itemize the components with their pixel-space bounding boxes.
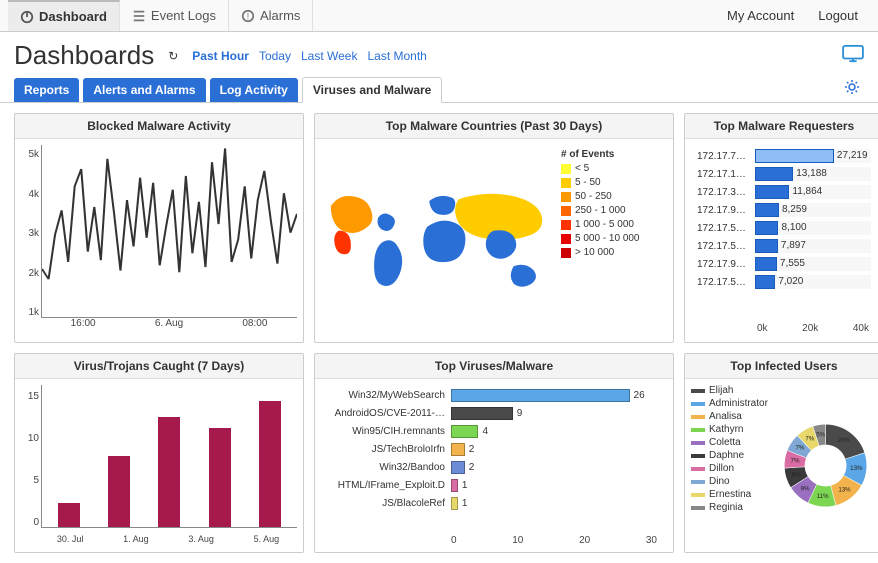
requester-row[interactable]: 172.17.3…11,864 — [697, 185, 871, 199]
page-title: Dashboards — [14, 40, 154, 71]
svg-text:7%: 7% — [805, 436, 814, 443]
card-top-requesters: Top Malware Requesters 172.17.7…27,21917… — [684, 113, 878, 343]
tab-viruses-malware[interactable]: Viruses and Malware — [302, 77, 443, 103]
svg-text:5%: 5% — [816, 432, 825, 439]
topvm-row[interactable]: JS/BlacoleRef1 — [325, 497, 657, 510]
card-title: Top Infected Users — [685, 354, 878, 379]
topvm-row[interactable]: Win32/Bandoo2 — [325, 461, 657, 474]
requester-row[interactable]: 172.17.5…8,100 — [697, 221, 871, 235]
virus7-bar[interactable] — [58, 503, 80, 527]
svg-text:13%: 13% — [838, 487, 851, 494]
svg-text:7%: 7% — [795, 445, 804, 452]
topvm-row[interactable]: Win32/MyWebSearch26 — [325, 389, 657, 402]
top-viruses-bars: Win32/MyWebSearch26 AndroidOS/CVE-2011-…9… — [321, 385, 667, 546]
logout-link[interactable]: Logout — [806, 0, 870, 31]
card-title: Blocked Malware Activity — [15, 114, 303, 139]
infected-legend: ElijahAdministratorAnalisaKathyrnColetta… — [691, 385, 768, 546]
legend-title: # of Events — [561, 149, 663, 160]
list-icon — [132, 9, 146, 23]
time-last-month[interactable]: Last Month — [367, 49, 426, 63]
my-account-link[interactable]: My Account — [715, 0, 806, 31]
nav-dashboard-label: Dashboard — [39, 9, 107, 24]
card-title: Top Malware Requesters — [685, 114, 878, 139]
card-top-viruses: Top Viruses/Malware Win32/MyWebSearch26 A… — [314, 353, 674, 553]
world-map — [321, 145, 557, 336]
requester-row[interactable]: 172.17.9…7,555 — [697, 257, 871, 271]
time-last-week[interactable]: Last Week — [301, 49, 357, 63]
requester-row[interactable]: 172.17.1…13,188 — [697, 167, 871, 181]
topvm-row[interactable]: JS/TechBroloIrfn2 — [325, 443, 657, 456]
time-range-links: Past Hour Today Last Week Last Month — [192, 49, 427, 63]
requester-row[interactable]: 172.17.5…7,020 — [697, 275, 871, 289]
svg-text:8%: 8% — [792, 472, 801, 479]
monitor-icon[interactable] — [842, 45, 864, 66]
dashboard-tabs: Reports Alerts and Alarms Log Activity V… — [0, 75, 878, 103]
nav-alarms-label: Alarms — [260, 8, 300, 23]
topvm-row[interactable]: Win95/CIH.remnants4 — [325, 425, 657, 438]
dashboard-icon — [20, 10, 34, 24]
virus7-bar[interactable] — [259, 401, 281, 527]
dashboard-grid: Blocked Malware Activity 5k4k3k2k1k 16:0… — [0, 103, 878, 563]
svg-text:!: ! — [247, 11, 249, 21]
virus7-bar[interactable] — [158, 417, 180, 527]
card-title: Top Viruses/Malware — [315, 354, 673, 379]
requester-row[interactable]: 172.17.9…8,259 — [697, 203, 871, 217]
card-blocked-malware: Blocked Malware Activity 5k4k3k2k1k 16:0… — [14, 113, 304, 343]
svg-text:11%: 11% — [817, 493, 829, 500]
card-malware-countries: Top Malware Countries (Past 30 Days) # o… — [314, 113, 674, 343]
virus7-bar[interactable] — [209, 428, 231, 527]
map-legend: # of Events < 55 - 5050 - 250250 - 1 000… — [557, 145, 667, 336]
nav-dashboard[interactable]: Dashboard — [8, 0, 120, 31]
refresh-icon[interactable]: ↻ — [168, 49, 178, 63]
requester-row[interactable]: 172.17.5…7,897 — [697, 239, 871, 253]
nav-alarms[interactable]: ! Alarms — [229, 0, 313, 31]
time-past-hour[interactable]: Past Hour — [192, 49, 249, 63]
top-nav: Dashboard Event Logs ! Alarms My Account… — [0, 0, 878, 32]
card-infected-users: Top Infected Users ElijahAdministratorAn… — [684, 353, 878, 553]
blocked-line-chart: 5k4k3k2k1k 16:006. Aug08:00 — [21, 145, 297, 336]
infected-donut: 20%13%13%11%9%8%7%7%7%5% — [774, 385, 877, 546]
virus7-bar-chart: 151050 30. Jul1. Aug3. Aug5. Aug — [21, 385, 297, 546]
time-today[interactable]: Today — [259, 49, 291, 63]
virus7-bar[interactable] — [108, 456, 130, 527]
svg-text:13%: 13% — [850, 465, 863, 472]
nav-event-logs[interactable]: Event Logs — [120, 0, 229, 31]
svg-text:7%: 7% — [790, 457, 799, 464]
topvm-row[interactable]: HTML/IFrame_Exploit.D1 — [325, 479, 657, 492]
tab-reports[interactable]: Reports — [14, 78, 79, 102]
requesters-bars: 172.17.7…27,219 172.17.1…13,188 172.17.3…1… — [691, 145, 877, 336]
card-title: Top Malware Countries (Past 30 Days) — [315, 114, 673, 139]
tab-alerts-alarms[interactable]: Alerts and Alarms — [83, 78, 205, 102]
topvm-row[interactable]: AndroidOS/CVE-2011-…9 — [325, 407, 657, 420]
card-virus-7days: Virus/Trojans Caught (7 Days) 151050 30.… — [14, 353, 304, 553]
settings-gear-icon[interactable] — [840, 75, 864, 102]
svg-text:20%: 20% — [837, 437, 850, 444]
page-header: Dashboards ↻ Past Hour Today Last Week L… — [0, 32, 878, 75]
card-title: Virus/Trojans Caught (7 Days) — [15, 354, 303, 379]
tab-log-activity[interactable]: Log Activity — [210, 78, 298, 102]
alert-icon: ! — [241, 9, 255, 23]
nav-eventlogs-label: Event Logs — [151, 8, 216, 23]
requester-row[interactable]: 172.17.7…27,219 — [697, 149, 871, 163]
svg-text:9%: 9% — [801, 485, 810, 492]
